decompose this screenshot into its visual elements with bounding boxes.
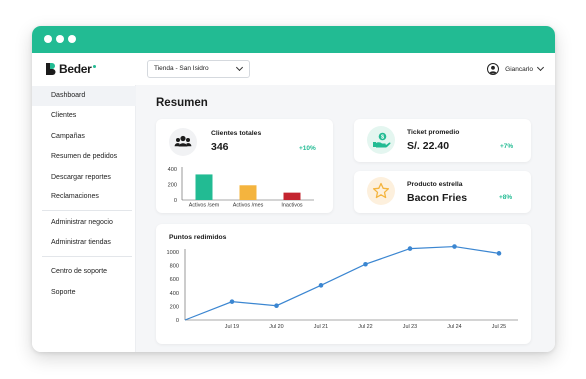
bar [239,185,257,200]
line-y-tick-label: 600 [170,277,179,283]
bar-y-tick-label: 400 [168,167,177,173]
sidebar-item-administrar-negocio[interactable]: Administrar negocio [32,213,136,233]
card-producto-value: Bacon Fries [407,192,468,204]
brand-name: Beder [59,62,92,76]
sidebar-item-dashboard[interactable]: Dashboard [32,86,136,106]
line-x-tick-label: Jul 19 [225,324,239,330]
sidebar-item-centro-soporte[interactable]: Centro de soporte [32,262,136,282]
line-y-tick-label: 200 [170,304,179,310]
card-ticket-delta: +7% [500,143,514,150]
sidebar: Dashboard Clientes Campañas Resumen de p… [32,85,136,352]
user-name: Giancarlo [505,65,533,73]
line-point [407,246,413,251]
line-x-tick-label: Jul 21 [314,324,328,330]
bar-y-tick-label: 0 [174,198,177,204]
sidebar-item-clientes[interactable]: Clientes [32,106,136,126]
card-ticket-promedio[interactable]: $ Ticket promedio S/. 22.40 +7% [354,119,531,162]
bar-x-tick-label: Inactivos [281,203,303,209]
main-content: Resumen Clientes totales 346 +10% 0 200 40… [136,85,555,352]
bar [195,174,213,200]
sidebar-item-reclamaciones[interactable]: Reclamaciones [32,187,136,207]
sidebar-item-resumen-pedidos[interactable]: Resumen de pedidos [32,147,136,167]
card-producto-delta: +8% [499,194,513,201]
chevron-down-icon [235,63,244,72]
brand-logo-icon [46,63,56,75]
line-x-tick-label: Jul 20 [269,324,283,330]
user-menu[interactable]: Giancarlo [487,61,545,77]
page-title: Resumen [156,97,208,109]
line-x-tick-label: Jul 25 [492,324,506,330]
window-dot-3[interactable] [68,35,76,43]
line-x-tick-label: Jul 24 [447,324,461,330]
line-point [318,283,324,288]
bar-y-tick-label: 200 [168,183,177,189]
top-bar: Beder Tienda - San Isidro Giancarlo [32,53,555,85]
card-producto-estrella[interactable]: Producto estrella Bacon Fries +8% [354,171,531,213]
card-clientes-totales[interactable]: Clientes totales 346 +10% 0 200 400 Activos… [156,119,333,213]
clientes-bar-chart: 0 200 400 Activos /sem Activos /mes Inactivos [168,167,314,209]
brand-accent-dot [92,64,96,68]
card-puntos-redimidos[interactable]: Puntos redimidos 0 200 400 600 800 1000 Jul 19… [156,224,531,344]
sidebar-item-soporte[interactable]: Soporte [32,283,136,303]
bar-x-tick-label: Activos /mes [233,203,264,209]
card-producto-title: Producto estrella [407,181,463,188]
sidebar-divider [42,210,132,211]
line-y-tick-label: 0 [176,318,179,324]
money-hand-icon: $ [367,126,395,154]
window-dot-2[interactable] [56,35,64,43]
sidebar-divider [42,256,132,257]
line-point [363,261,368,267]
window-titlebar [32,26,555,53]
brand-logo[interactable]: Beder [46,62,96,76]
line-point [452,244,457,249]
line-y-tick-label: 1000 [167,250,179,256]
line-point [229,299,235,304]
line-x-tick-label: Jul 22 [358,324,372,330]
bar [283,192,301,200]
card-ticket-title: Ticket promedio [407,129,460,136]
user-avatar-icon [487,63,500,75]
sidebar-item-descargar-reportes[interactable]: Descargar reportes [32,168,136,188]
puntos-line-chart: 0 200 400 600 800 1000 Jul 19 Jul 20 Jul 21 Jul 2… [167,244,518,330]
line-series [184,245,500,321]
star-icon [367,177,395,205]
line-point [496,251,502,256]
window-dot-1[interactable] [44,35,52,43]
store-select[interactable]: Tienda - San Isidro [147,60,250,78]
sidebar-item-campanas[interactable]: Campañas [32,127,136,147]
line-point [274,303,279,309]
line-x-tick-label: Jul 23 [403,324,417,330]
app-window: Beder Tienda - San Isidro Giancarlo Dash… [32,26,555,352]
svg-text:$: $ [381,135,384,141]
store-select-value: Tienda - San Isidro [154,65,209,72]
card-ticket-value: S/. 22.40 [407,140,450,152]
sidebar-item-administrar-tiendas[interactable]: Administrar tiendas [32,233,136,253]
user-chevron-down-icon [536,63,545,72]
line-y-tick-label: 800 [170,264,179,270]
line-y-tick-label: 400 [170,291,179,297]
bar-x-tick-label: Activos /sem [189,203,220,209]
